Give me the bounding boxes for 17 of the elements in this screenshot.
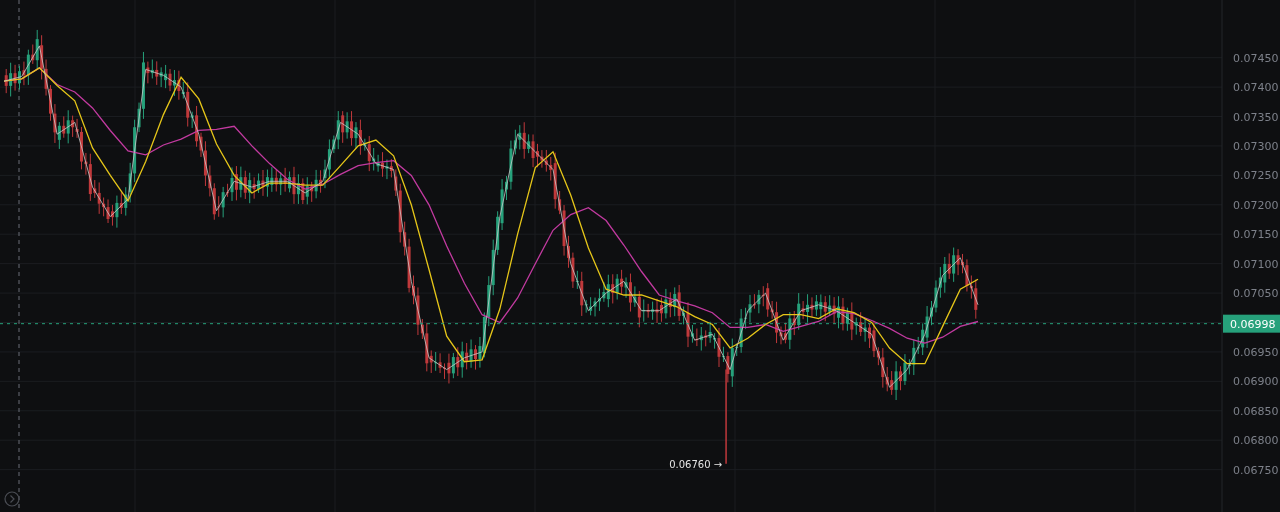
- axis-tick-label: 0.07100: [1233, 257, 1279, 271]
- axis-tick-label: 0.06900: [1233, 375, 1279, 389]
- axis-tick-label: 0.07150: [1233, 228, 1279, 242]
- axis-tick-label: 0.06850: [1233, 404, 1279, 418]
- axis-tick-label: 0.07400: [1233, 81, 1279, 95]
- axis-tick-label: 0.07050: [1233, 287, 1279, 301]
- axis-tick-label: 0.06800: [1233, 434, 1279, 448]
- axis-tick-label: 0.07350: [1233, 110, 1279, 124]
- axis-tick-label: 0.07300: [1233, 139, 1279, 153]
- axis-tick-label: 0.07200: [1233, 198, 1279, 212]
- axis-tick-label: 0.07450: [1233, 51, 1279, 65]
- current-price-tag: 0.06998: [1223, 314, 1280, 333]
- axis-tick-label: 0.06950: [1233, 345, 1279, 359]
- chevron-right-icon[interactable]: [4, 491, 20, 507]
- axis-tick-label: 0.07250: [1233, 169, 1279, 183]
- axis-tick-label: 0.06750: [1233, 463, 1279, 477]
- low-price-label: 0.06760 →: [669, 458, 723, 470]
